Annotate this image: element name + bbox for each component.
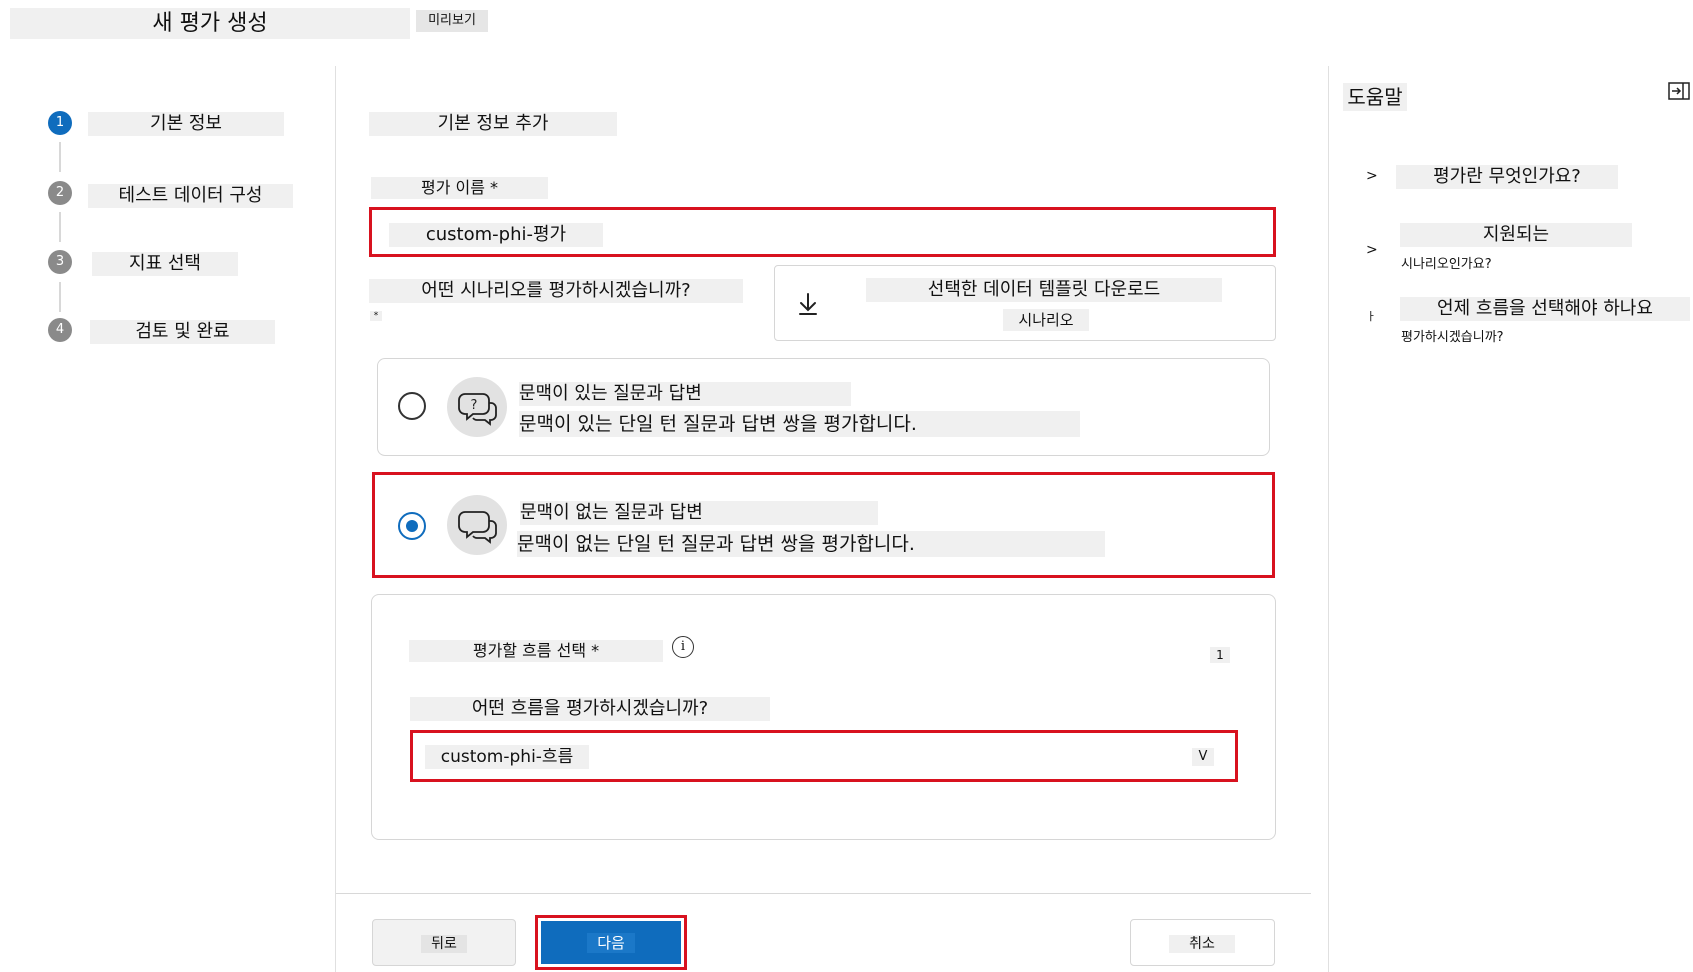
sidebar-step-review[interactable]: 검토 및 완료 xyxy=(90,320,275,344)
download-template-button[interactable]: 선택한 데이터 템플릿 다운로드 시나리오 xyxy=(774,265,1276,341)
name-input[interactable]: custom-phi-평가 xyxy=(389,223,603,247)
step-1-icon: 1 xyxy=(48,111,72,135)
right-divider xyxy=(1328,66,1329,972)
step-4-icon: 4 xyxy=(48,318,72,342)
collapse-panel-icon[interactable] xyxy=(1668,82,1690,100)
step-connector xyxy=(59,212,61,242)
next-button-highlight: 다음 xyxy=(535,915,687,970)
sidebar-step-test-data[interactable]: 테스트 데이터 구성 xyxy=(88,184,293,208)
chevron-right-icon: > xyxy=(1366,242,1378,258)
help-item-label: 평가란 무엇인가요? xyxy=(1396,165,1618,189)
scenario-option-with-context[interactable]: ? 문맥이 있는 질문과 답변 문맥이 있는 단일 턴 질문과 답변 쌍을 평가… xyxy=(377,358,1270,456)
chevron-right-icon: > xyxy=(1366,168,1378,184)
help-item-supported-scenarios[interactable]: > 지원되는 시나리오인가요? xyxy=(1366,222,1686,278)
flow-dropdown-value: custom-phi-흐름 xyxy=(425,745,589,769)
sidebar-step-basic-info[interactable]: 기본 정보 xyxy=(88,112,284,136)
help-item-label: 언제 흐름을 선택해야 하나요 xyxy=(1400,297,1690,321)
download-icon xyxy=(799,293,817,315)
next-button[interactable]: 다음 xyxy=(541,921,681,964)
section-title: 기본 정보 추가 xyxy=(369,112,617,136)
question-chat-icon: ? xyxy=(447,377,507,437)
expand-marker-icon: ㅏ xyxy=(1366,310,1377,323)
name-label: 평가 이름 * xyxy=(371,177,548,199)
footer-divider xyxy=(336,893,1311,894)
next-button-label: 다음 xyxy=(587,933,635,953)
step-connector xyxy=(59,142,61,172)
scenario-option-highlight: 문맥이 없는 질문과 답변 문맥이 없는 단일 턴 질문과 답변 쌍을 평가합니… xyxy=(372,472,1275,578)
option-description: 문맥이 없는 단일 턴 질문과 답변 쌍을 평가합니다. xyxy=(517,531,1105,557)
back-button-label: 뒤로 xyxy=(421,935,467,953)
help-item-label: 지원되는 xyxy=(1400,223,1632,247)
help-item-sublabel: 평가하시겠습니까? xyxy=(1401,330,1504,345)
radio-without-context[interactable] xyxy=(398,512,426,540)
flow-count: 1 xyxy=(1210,647,1230,663)
chevron-down-icon[interactable]: V xyxy=(1192,748,1214,766)
step-list: 1 기본 정보 2 테스트 데이터 구성 3 지표 선택 4 검토 및 완료 xyxy=(0,0,330,360)
help-item-when-to-select-flow[interactable]: ㅏ 언제 흐름을 선택해야 하나요 평가하시겠습니까? xyxy=(1366,296,1693,352)
help-title: 도움말 xyxy=(1343,83,1407,111)
step-3-icon: 3 xyxy=(48,250,72,274)
name-field[interactable]: custom-phi-평가 xyxy=(369,207,1276,257)
flow-dropdown[interactable]: custom-phi-흐름 V xyxy=(410,730,1238,782)
option-title: 문맥이 없는 질문과 답변 xyxy=(520,501,878,525)
scenario-label: 어떤 시나리오를 평가하시겠습니까? xyxy=(369,279,743,303)
info-icon[interactable]: i xyxy=(672,636,694,658)
help-item-what-is-evaluation[interactable]: > 평가란 무엇인가요? xyxy=(1366,164,1686,194)
step-2-icon: 2 xyxy=(48,181,72,205)
preview-badge: 미리보기 xyxy=(416,10,488,32)
flow-question: 어떤 흐름을 평가하시겠습니까? xyxy=(410,697,770,721)
cancel-button[interactable]: 취소 xyxy=(1130,919,1275,966)
download-label: 선택한 데이터 템플릿 다운로드 xyxy=(866,278,1222,302)
flow-selection-card: 평가할 흐름 선택 * i 1 어떤 흐름을 평가하시겠습니까? custom-… xyxy=(371,594,1276,840)
step-connector xyxy=(59,282,61,312)
option-title: 문맥이 있는 질문과 답변 xyxy=(519,382,851,406)
left-divider xyxy=(335,66,336,972)
chat-icon xyxy=(447,495,507,555)
option-description: 문맥이 있는 단일 턴 질문과 답변 쌍을 평가합니다. xyxy=(519,411,1080,437)
radio-with-context[interactable] xyxy=(398,392,426,420)
sidebar-step-metrics[interactable]: 지표 선택 xyxy=(92,252,238,276)
flow-label: 평가할 흐름 선택 * xyxy=(409,640,663,662)
scenario-option-without-context[interactable]: 문맥이 없는 질문과 답변 문맥이 없는 단일 턴 질문과 답변 쌍을 평가합니… xyxy=(377,477,1270,573)
download-sublabel: 시나리오 xyxy=(1003,309,1089,331)
help-item-sublabel: 시나리오인가요? xyxy=(1401,257,1492,272)
back-button[interactable]: 뒤로 xyxy=(372,919,516,966)
svg-text:?: ? xyxy=(471,398,478,413)
required-marker: * xyxy=(370,311,382,321)
cancel-button-label: 취소 xyxy=(1169,935,1235,953)
